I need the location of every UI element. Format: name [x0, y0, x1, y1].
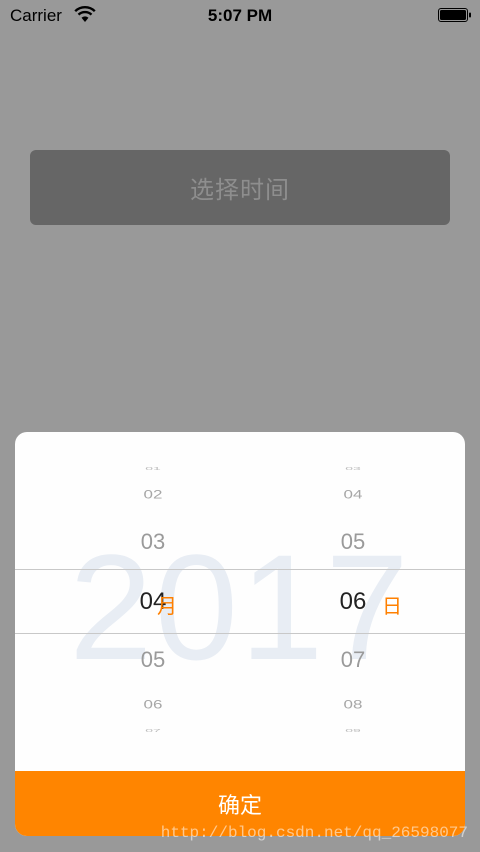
- source-watermark: http://blog.csdn.net/qq_26598077: [160, 824, 468, 842]
- day-option[interactable]: 03: [303, 465, 403, 471]
- month-wheel[interactable]: 01 02 03 04 05 06 07: [103, 432, 203, 772]
- day-unit-label: 日: [382, 596, 402, 618]
- battery-icon: [438, 8, 471, 22]
- day-option[interactable]: 04: [303, 488, 403, 502]
- month-option[interactable]: 05: [103, 647, 203, 673]
- month-option[interactable]: 07: [103, 727, 203, 733]
- clock-time: 5:07 PM: [207, 6, 273, 25]
- select-time-button[interactable]: 选择时间: [30, 150, 450, 225]
- month-option[interactable]: 06: [103, 698, 203, 712]
- day-option[interactable]: 08: [303, 698, 403, 712]
- month-unit-label: 月: [157, 596, 177, 618]
- day-option[interactable]: 09: [303, 727, 403, 733]
- day-option[interactable]: 07: [303, 647, 403, 673]
- month-option[interactable]: 01: [103, 465, 203, 471]
- month-option[interactable]: 03: [103, 529, 203, 555]
- confirm-label: 确定: [217, 792, 262, 818]
- date-picker-sheet: 2017 01 02 03 04 05 06 07 月 03 04 05 06 …: [15, 432, 465, 836]
- month-selected[interactable]: 04: [103, 588, 203, 616]
- day-option[interactable]: 05: [303, 529, 403, 555]
- status-bar: Carrier 5:07 PM: [0, 0, 480, 32]
- month-option[interactable]: 02: [103, 488, 203, 502]
- select-time-label: 选择时间: [190, 177, 290, 204]
